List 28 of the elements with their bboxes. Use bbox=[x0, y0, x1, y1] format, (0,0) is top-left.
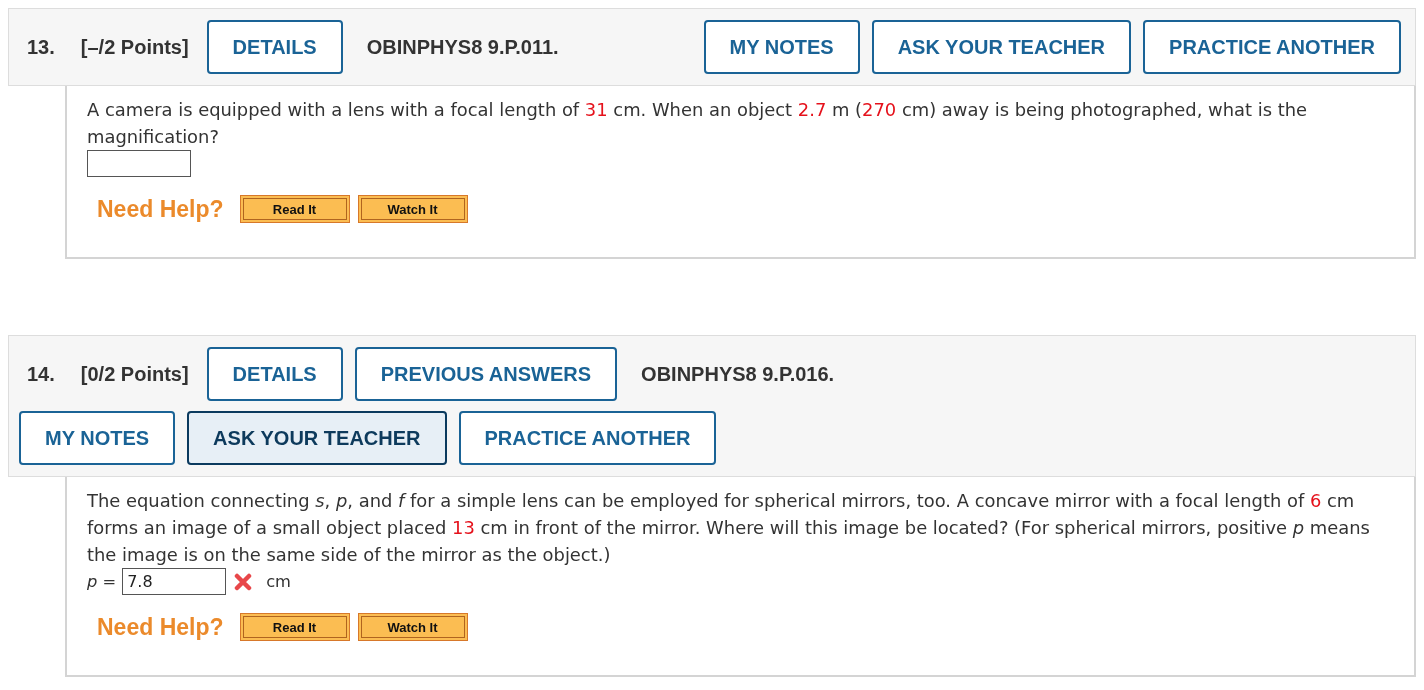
action-button[interactable]: PRACTICE ANOTHER bbox=[458, 411, 717, 465]
unit-label: cm bbox=[266, 572, 291, 591]
action-button[interactable]: MY NOTES bbox=[19, 411, 176, 465]
cross-icon bbox=[234, 572, 253, 591]
problem-number: 14. bbox=[26, 362, 56, 386]
action-button[interactable]: ASK YOUR TEACHER bbox=[187, 411, 447, 465]
help-button[interactable]: Read It bbox=[239, 195, 350, 223]
problem-number: 13. bbox=[26, 35, 56, 59]
help-button[interactable]: Watch It bbox=[357, 195, 468, 223]
variable-label: p = bbox=[87, 572, 117, 591]
action-button[interactable]: MY NOTES bbox=[703, 20, 860, 74]
header-button[interactable]: DETAILS bbox=[206, 347, 343, 401]
action-button[interactable]: ASK YOUR TEACHER bbox=[871, 20, 1132, 74]
header-button[interactable]: PREVIOUS ANSWERS bbox=[354, 347, 618, 401]
problem-code: OBINPHYS8 9.P.011. bbox=[366, 35, 559, 59]
answer-field[interactable] bbox=[87, 150, 191, 177]
help-button[interactable]: Read It bbox=[239, 613, 350, 641]
question-text: The equation connecting s, p, and f for a simple lens can be employed for spherical mirrors, too. A concave mirror with a focal length of 6 cm forms an image of a small object placed 13 cm in front of the mirror. Where will this image be located? (For spherical mirrors, positive p means the image is on the same side of the mirror as the object.) bbox=[87, 489, 1371, 567]
points-label: [–/2 Points] bbox=[79, 35, 190, 59]
problem-code: OBINPHYS8 9.P.016. bbox=[641, 362, 835, 386]
help-button[interactable]: Watch It bbox=[357, 613, 468, 641]
header-button[interactable]: DETAILS bbox=[206, 20, 343, 74]
points-label: [0/2 Points] bbox=[79, 362, 190, 386]
action-button[interactable]: PRACTICE ANOTHER bbox=[1143, 20, 1401, 74]
question-text: A camera is equipped with a lens with a focal length of 31 cm. When an object 2.7 m (270 cm) away is being photographed, what is the magnification? bbox=[87, 98, 1309, 149]
answer-field[interactable]: 7.8 bbox=[122, 568, 227, 595]
need-help-label: Need Help? bbox=[97, 195, 224, 223]
need-help-label: Need Help? bbox=[97, 613, 224, 641]
